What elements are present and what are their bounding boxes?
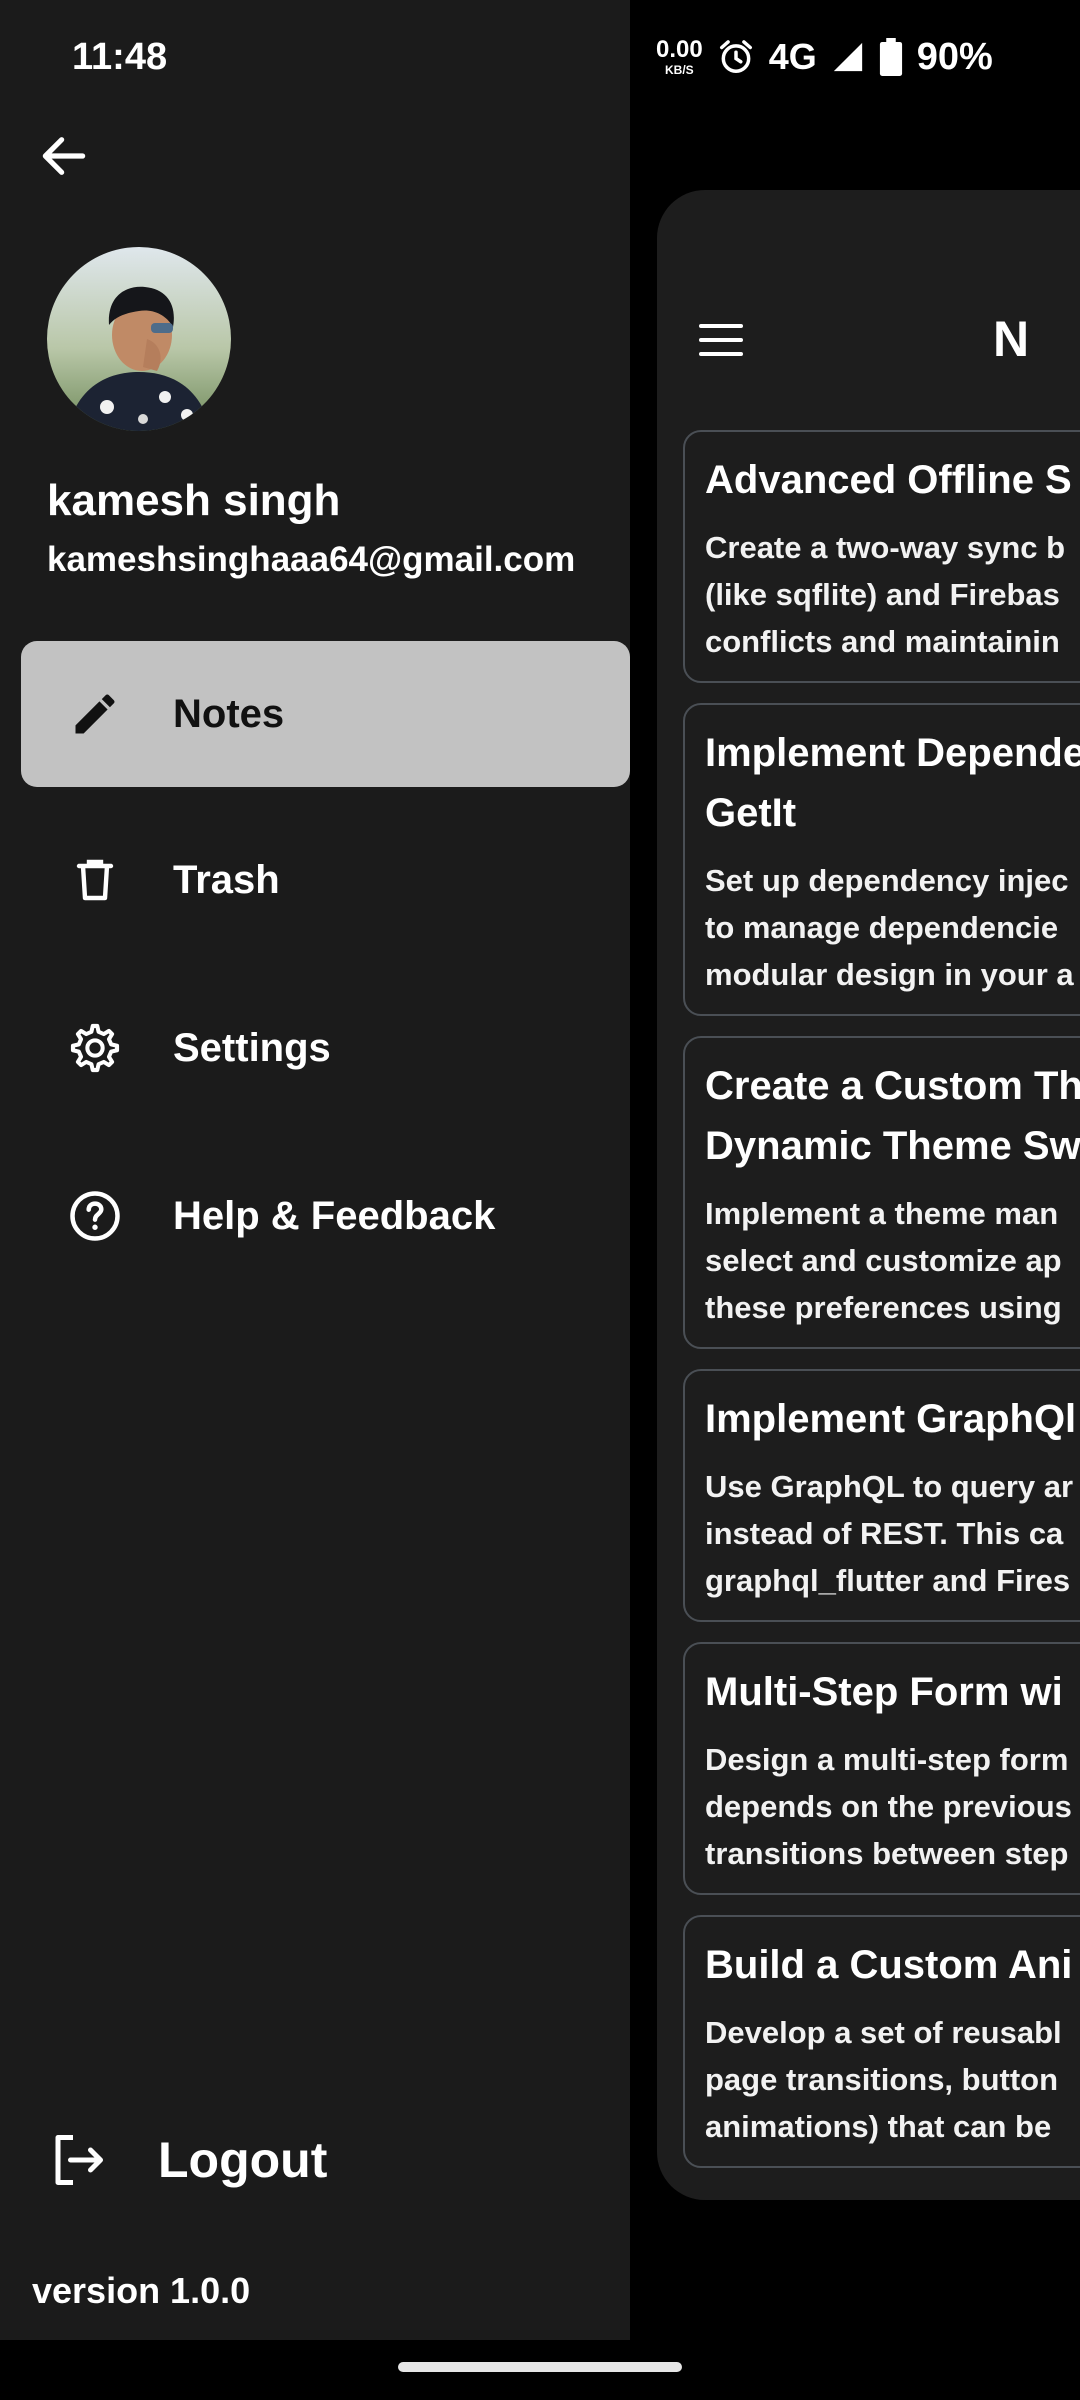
note-title: Implement Depende GetIt xyxy=(705,731,1080,835)
note-body: Set up dependency injec to manage depend… xyxy=(705,863,1074,992)
home-gesture-handle[interactable] xyxy=(398,2362,682,2372)
net-speed-unit: KB/S xyxy=(665,63,694,77)
profile-photo xyxy=(47,247,231,431)
drawer-item-settings[interactable]: Settings xyxy=(21,975,630,1121)
trash-icon xyxy=(67,852,123,908)
note-card[interactable]: Create a Custom Th Dynamic Theme Sw Impl… xyxy=(683,1036,1080,1349)
alarm-icon xyxy=(719,40,752,73)
menu-icon[interactable] xyxy=(697,320,745,360)
note-body: Use GraphQL to query ar instead of REST.… xyxy=(705,1469,1074,1598)
note-body: Implement a theme man select and customi… xyxy=(705,1196,1062,1325)
drawer-item-label: Notes xyxy=(173,691,285,736)
logout-icon xyxy=(55,2135,103,2185)
drawer-item-label: Help & Feedback xyxy=(173,1193,496,1238)
help-circle-icon xyxy=(67,1188,123,1244)
avatar[interactable] xyxy=(47,247,231,431)
drawer-item-notes[interactable]: Notes xyxy=(21,641,630,787)
user-email: kameshsinghaaa64@gmail.com xyxy=(47,540,576,579)
notes-sheet: N O Advanced Offline S Create a two-way … xyxy=(657,190,1080,2200)
back-arrow-icon[interactable] xyxy=(36,128,92,184)
note-body: Create a two-way sync b (like sqflite) a… xyxy=(705,530,1066,659)
logout-button[interactable]: Logout xyxy=(48,2130,327,2190)
note-card[interactable]: Build a Custom Ani Develop a set of reus… xyxy=(683,1915,1080,2168)
pencil-icon xyxy=(67,686,123,742)
notes-list: Advanced Offline S Create a two-way sync… xyxy=(683,430,1080,2188)
status-icons: 0.00 KB/S 4G 90% xyxy=(656,34,993,80)
network-type: 4G xyxy=(768,36,817,77)
app-version: version 1.0.0 xyxy=(32,2270,251,2311)
note-card[interactable]: Implement GraphQl Use GraphQL to query a… xyxy=(683,1369,1080,1622)
note-card[interactable]: Advanced Offline S Create a two-way sync… xyxy=(683,430,1080,683)
net-speed-value: 0.00 xyxy=(656,36,703,63)
drawer-item-help[interactable]: Help & Feedback xyxy=(21,1143,630,1289)
note-title: Advanced Offline S xyxy=(705,458,1072,502)
note-title: Build a Custom Ani xyxy=(705,1943,1073,1987)
gear-icon xyxy=(67,1020,123,1076)
app-title: N O xyxy=(993,311,1080,367)
battery-icon xyxy=(879,38,902,76)
drawer-item-trash[interactable]: Trash xyxy=(21,807,630,953)
note-card[interactable]: Implement Depende GetIt Set up dependenc… xyxy=(683,703,1080,1016)
note-card[interactable]: Multi-Step Form wi Design a multi-step f… xyxy=(683,1642,1080,1895)
signal-icon xyxy=(833,42,862,72)
note-body: Develop a set of reusabl page transition… xyxy=(705,2015,1062,2144)
status-time: 11:48 xyxy=(72,36,168,78)
drawer-item-label: Settings xyxy=(173,1025,331,1070)
battery-level: 90% xyxy=(916,35,993,78)
logout-label: Logout xyxy=(158,2132,328,2188)
note-title: Multi-Step Form wi xyxy=(705,1670,1063,1714)
net-speed: 0.00 KB/S xyxy=(656,36,703,77)
note-title: Implement GraphQl xyxy=(705,1397,1077,1441)
status-bar: 11:48 0.00 KB/S 4G 90% xyxy=(0,0,1080,120)
user-name: kamesh singh xyxy=(47,476,341,525)
drawer-item-label: Trash xyxy=(173,857,280,902)
note-body: Design a multi-step form depends on the … xyxy=(705,1742,1072,1871)
navigation-drawer: kamesh singh kameshsinghaaa64@gmail.com … xyxy=(0,0,630,2340)
note-title: Create a Custom Th Dynamic Theme Sw xyxy=(705,1064,1080,1168)
